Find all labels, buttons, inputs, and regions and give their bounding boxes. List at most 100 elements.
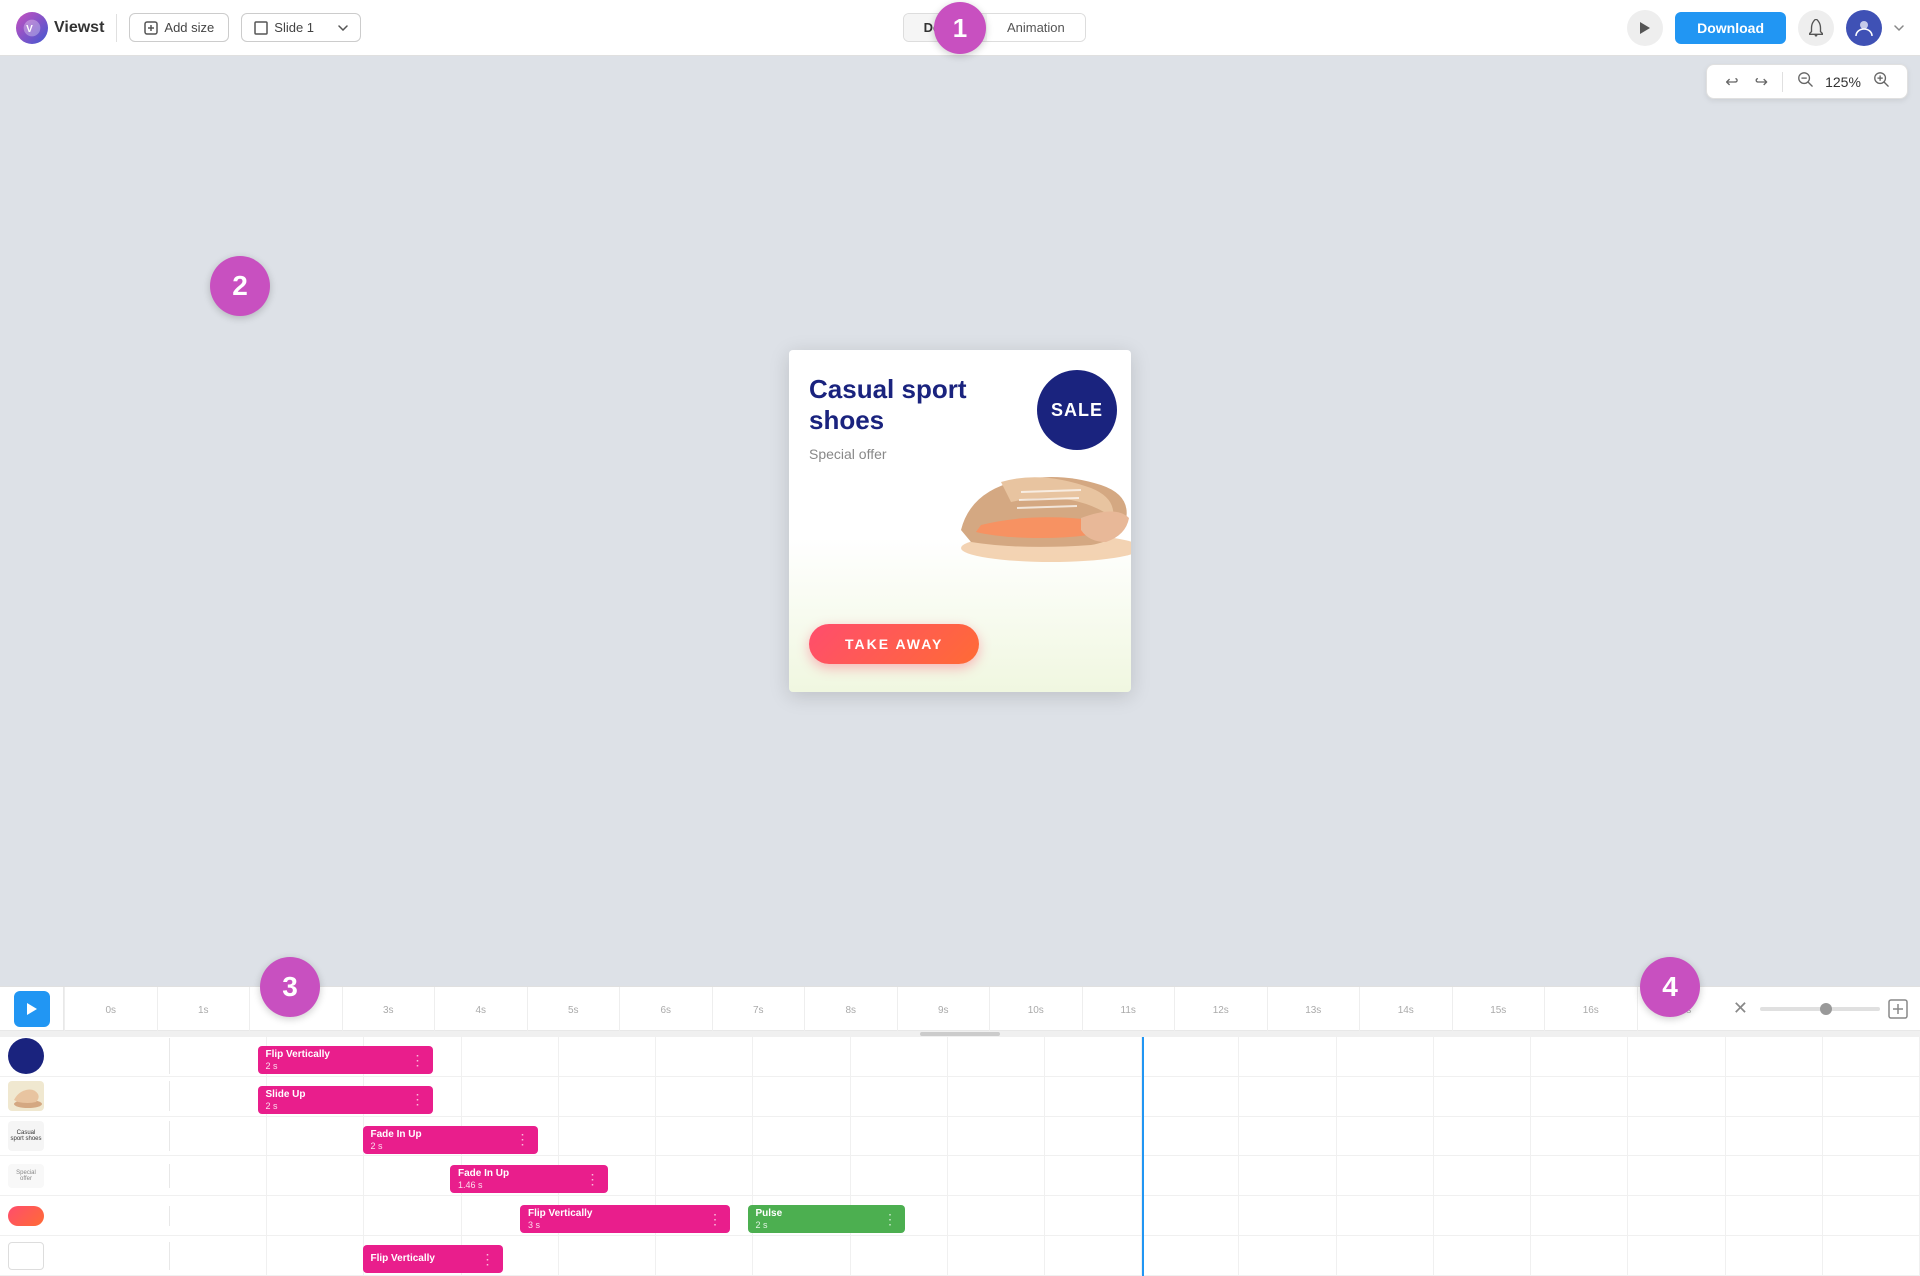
ruler-tick-11s: 11s: [1082, 987, 1175, 1031]
step2-badge: 2: [210, 256, 270, 316]
block-options[interactable]: ⋮: [883, 1211, 897, 1228]
ruler-tick-16s: 16s: [1544, 987, 1637, 1031]
zoom-in-button[interactable]: [1867, 69, 1895, 94]
block-options[interactable]: ⋮: [481, 1251, 495, 1268]
block-options[interactable]: ⋮: [586, 1171, 600, 1188]
timeline-collapse-button[interactable]: ✕: [1729, 994, 1752, 1023]
timeline-right-controls: ✕: [1729, 994, 1920, 1023]
timeline-row-3: Special offerFade In Up1.46 s⋮: [0, 1156, 1920, 1196]
slide-icon: [254, 21, 268, 35]
block-name: Flip Vertically: [266, 1049, 407, 1060]
grid-col-15: [1628, 1037, 1725, 1076]
grid-col-15: [1628, 1196, 1725, 1235]
block-options[interactable]: ⋮: [516, 1131, 530, 1148]
timeline-block-2-0[interactable]: Fade In Up2 s⋮: [363, 1126, 538, 1154]
track-thumb-bottom: [8, 1242, 44, 1270]
grid-col-12: [1337, 1196, 1434, 1235]
redo-button[interactable]: ↪: [1749, 70, 1774, 94]
design-animation-tabs: Design Animation: [903, 13, 1086, 42]
grid-col-6: [753, 1077, 850, 1116]
grid-col-0: [170, 1236, 267, 1275]
grid-col-15: [1628, 1156, 1725, 1195]
grid-col-0: [170, 1077, 267, 1116]
undo-button[interactable]: ↩: [1719, 70, 1744, 94]
timeline-area: 3 4 0s1s2s3s4s5s6s7s8s9s10s11s12s13s14s1…: [0, 986, 1920, 1276]
grid-col-15: [1628, 1117, 1725, 1156]
grid-col-17: [1823, 1037, 1920, 1076]
ad-title: Casual sport shoes: [809, 374, 979, 436]
grid-col-4: [559, 1236, 656, 1275]
grid-col-13: [1434, 1037, 1531, 1076]
ad-shoe-image: [941, 430, 1131, 590]
timeline-block-4-1[interactable]: Pulse2 s⋮: [748, 1205, 906, 1233]
notification-button[interactable]: [1798, 10, 1834, 46]
grid-col-1: [267, 1156, 364, 1195]
grid-col-12: [1337, 1156, 1434, 1195]
block-options[interactable]: ⋮: [411, 1091, 425, 1108]
track-thumb-cta: [8, 1206, 44, 1226]
block-name: Fade In Up: [458, 1168, 582, 1179]
grid-col-14: [1531, 1077, 1628, 1116]
download-button[interactable]: Download: [1675, 12, 1786, 44]
grid-col-5: [656, 1077, 753, 1116]
grid-col-16: [1726, 1156, 1823, 1195]
shoe-svg: [941, 430, 1131, 570]
block-options[interactable]: ⋮: [708, 1211, 722, 1228]
grid-col-10: [1142, 1196, 1239, 1235]
timeline-block-0-0[interactable]: Flip Vertically2 s⋮: [258, 1046, 433, 1074]
timeline-play-button[interactable]: [14, 991, 50, 1027]
ruler-tick-9s: 9s: [897, 987, 990, 1031]
timeline-block-4-0[interactable]: Flip Vertically3 s⋮: [520, 1205, 730, 1233]
timeline-track-4: Flip Vertically3 s⋮Pulse2 s⋮: [170, 1196, 1920, 1235]
grid-col-15: [1628, 1077, 1725, 1116]
grid-col-3: [462, 1037, 559, 1076]
app-name: Viewst: [54, 19, 104, 37]
add-size-button[interactable]: Add size: [129, 13, 229, 42]
tab-animation[interactable]: Animation: [987, 14, 1085, 41]
timeline-block-1-0[interactable]: Slide Up2 s⋮: [258, 1086, 433, 1114]
block-name: Pulse: [756, 1208, 880, 1219]
block-duration: 2 s: [371, 1141, 512, 1151]
timeline-block-3-0[interactable]: Fade In Up1.46 s⋮: [450, 1165, 608, 1193]
user-menu-chevron[interactable]: [1894, 23, 1904, 33]
block-label: Flip Vertically3 s: [528, 1208, 704, 1230]
block-options[interactable]: ⋮: [411, 1052, 425, 1069]
preview-play-button[interactable]: [1627, 10, 1663, 46]
track-thumb-text: Casual sport shoes: [8, 1121, 44, 1151]
timeline-row-label-1: [0, 1081, 170, 1111]
grid-col-1: [267, 1236, 364, 1275]
timeline-row-1: Slide Up2 s⋮: [0, 1077, 1920, 1117]
timeline-scrubber-thumb[interactable]: [1820, 1003, 1832, 1015]
ad-content: Casual sport shoes Special offer SALE: [789, 350, 1131, 692]
ad-cta-button[interactable]: TAKE AWAY: [809, 624, 979, 664]
logo: V Viewst: [16, 12, 104, 44]
timeline-block-5-0[interactable]: Flip Vertically ⋮: [363, 1245, 503, 1273]
block-name: Flip Vertically: [371, 1253, 477, 1264]
slide-selector[interactable]: Slide 1: [241, 13, 361, 42]
scrollbar-thumb[interactable]: [920, 1032, 1000, 1036]
ruler-tick-1s: 1s: [157, 987, 250, 1031]
grid-col-12: [1337, 1077, 1434, 1116]
block-label: Flip Vertically: [371, 1253, 477, 1265]
grid-col-13: [1434, 1236, 1531, 1275]
timeline-scrubber-track[interactable]: [1760, 1007, 1880, 1011]
user-avatar[interactable]: [1846, 10, 1882, 46]
playhead: [1142, 1037, 1144, 1076]
grid-col-0: [170, 1156, 267, 1195]
ad-preview[interactable]: Casual sport shoes Special offer SALE: [789, 350, 1131, 692]
grid-col-10: [1142, 1236, 1239, 1275]
step4-badge: 4: [1640, 957, 1700, 1017]
block-duration: 3 s: [528, 1220, 704, 1230]
zoom-out-button[interactable]: [1791, 69, 1819, 94]
grid-col-6: [753, 1117, 850, 1156]
grid-col-8: [948, 1117, 1045, 1156]
fit-icon[interactable]: [1888, 999, 1908, 1019]
grid-col-13: [1434, 1117, 1531, 1156]
grid-col-12: [1337, 1037, 1434, 1076]
grid-col-10: [1142, 1117, 1239, 1156]
block-label: Slide Up2 s: [266, 1089, 407, 1111]
ruler-tick-12s: 12s: [1174, 987, 1267, 1031]
grid-col-11: [1239, 1077, 1336, 1116]
timeline-play-icon: [26, 1002, 38, 1016]
timeline-track-5: Flip Vertically ⋮: [170, 1236, 1920, 1275]
